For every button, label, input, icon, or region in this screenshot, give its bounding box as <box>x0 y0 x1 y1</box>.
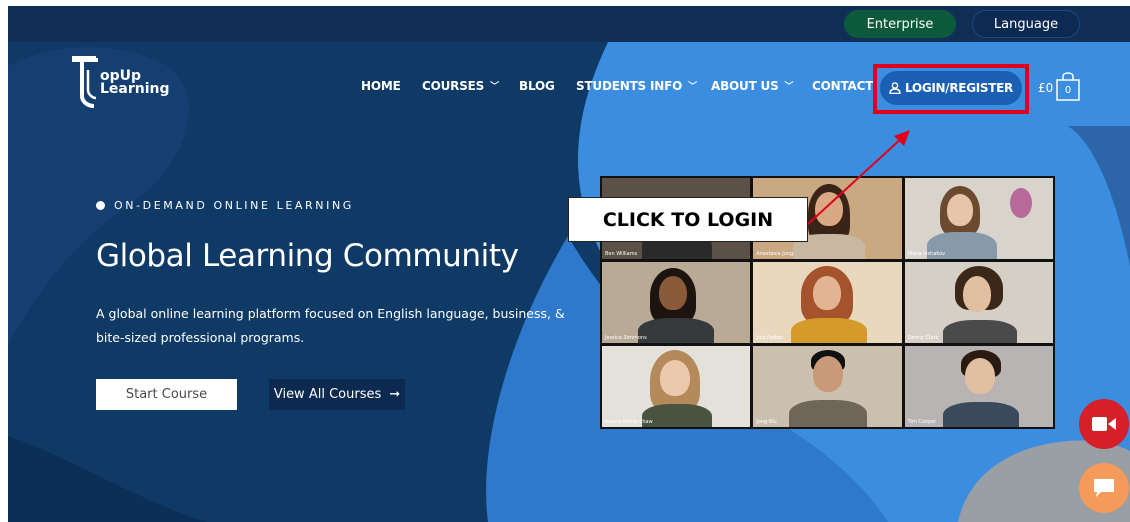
annotation-arrow <box>807 130 910 225</box>
video-camera-icon <box>1092 417 1116 431</box>
chat-bubble-icon <box>1094 479 1114 497</box>
chat-button[interactable] <box>1079 463 1129 513</box>
video-call-button[interactable] <box>1079 399 1129 449</box>
click-to-login-callout: CLICK TO LOGIN <box>568 197 808 242</box>
landing-page: Enterprise Language opUp Learning HOME C… <box>8 6 1130 522</box>
